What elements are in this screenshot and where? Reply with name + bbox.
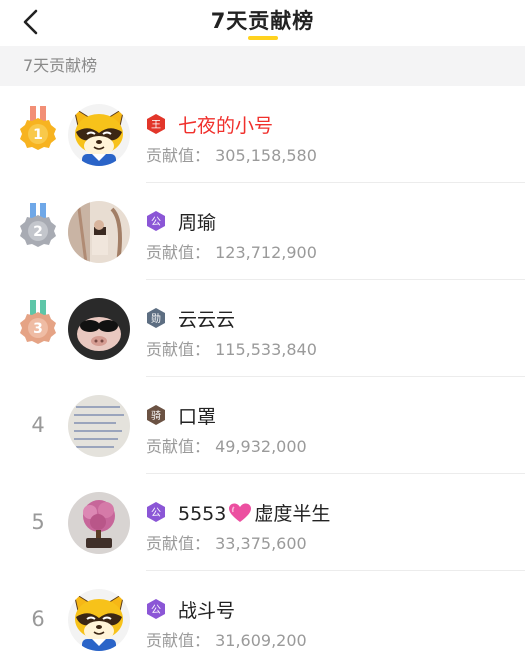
list-item[interactable]: 3 勋 云云云 贡献值： 115,533,840 — [0, 280, 525, 377]
page-title: 7天贡献榜 — [210, 9, 315, 33]
user-name[interactable]: 口罩 — [178, 402, 216, 429]
avatar[interactable] — [68, 395, 130, 457]
rank-badge-icon: 公 — [147, 599, 165, 619]
svg-text:公: 公 — [151, 508, 161, 519]
rank-badge-icon: 王 — [147, 114, 165, 134]
svg-text:王: 王 — [151, 120, 161, 131]
silver-medal-icon: 2 — [20, 203, 56, 247]
gold-medal-icon: 1 — [20, 106, 56, 150]
avatar[interactable] — [68, 201, 130, 263]
contribution-value: 贡献值： 305,158,580 — [146, 146, 317, 165]
avatar[interactable] — [68, 104, 130, 166]
title-underline — [248, 36, 278, 40]
contribution-value: 贡献值： 49,932,000 — [146, 437, 307, 456]
user-name[interactable]: 云云云 — [178, 305, 235, 332]
rank-badge-icon: 公 — [147, 502, 165, 522]
user-name[interactable]: 5553 虚度半生 — [178, 499, 330, 526]
contribution-value: 贡献值： 115,533,840 — [146, 340, 317, 359]
list-item[interactable]: 5 公 5553 虚度半生 贡献值： 33,375,600 — [0, 474, 525, 571]
rank-number: 5 — [31, 510, 45, 534]
list-item[interactable]: 6 公 战斗号 贡献值： 31,609,200 — [0, 571, 525, 668]
section-header: 7天贡献榜 — [0, 46, 525, 86]
heart-icon — [229, 503, 252, 522]
avatar[interactable] — [68, 298, 130, 360]
svg-text:1: 1 — [33, 127, 43, 143]
list-item[interactable]: 4 骑 口罩 贡献值： 49,932,000 — [0, 377, 525, 474]
user-name[interactable]: 战斗号 — [178, 596, 235, 623]
user-name[interactable]: 七夜的小号 — [178, 111, 273, 138]
rank-badge-icon: 骑 — [147, 405, 165, 425]
list-item[interactable]: 2 公 周瑜 贡献值： 123,712,900 — [0, 183, 525, 280]
contribution-value: 贡献值： 31,609,200 — [146, 631, 307, 650]
rank-number: 6 — [31, 607, 45, 631]
svg-text:勋: 勋 — [151, 312, 161, 325]
contribution-value: 贡献值： 123,712,900 — [146, 243, 317, 262]
list-item[interactable]: 1 王 七夜的小号 贡献值： 305,158,580 — [0, 86, 525, 183]
ranking-list: 1 王 七夜的小号 贡献值： 305,158,580 2 公 周瑜 贡献值： 1… — [0, 86, 525, 668]
svg-text:骑: 骑 — [151, 409, 161, 422]
svg-text:公: 公 — [151, 605, 161, 616]
svg-text:2: 2 — [33, 224, 43, 240]
svg-text:公: 公 — [151, 217, 161, 228]
avatar[interactable] — [68, 589, 130, 651]
bronze-medal-icon: 3 — [20, 300, 56, 344]
rank-badge-icon: 勋 — [147, 308, 165, 328]
rank-number: 4 — [31, 413, 45, 437]
header-bar: 7天贡献榜 — [0, 0, 525, 46]
avatar[interactable] — [68, 492, 130, 554]
rank-badge-icon: 公 — [147, 211, 165, 231]
svg-text:3: 3 — [33, 321, 43, 337]
contribution-value: 贡献值： 33,375,600 — [146, 534, 307, 553]
user-name[interactable]: 周瑜 — [178, 208, 216, 235]
